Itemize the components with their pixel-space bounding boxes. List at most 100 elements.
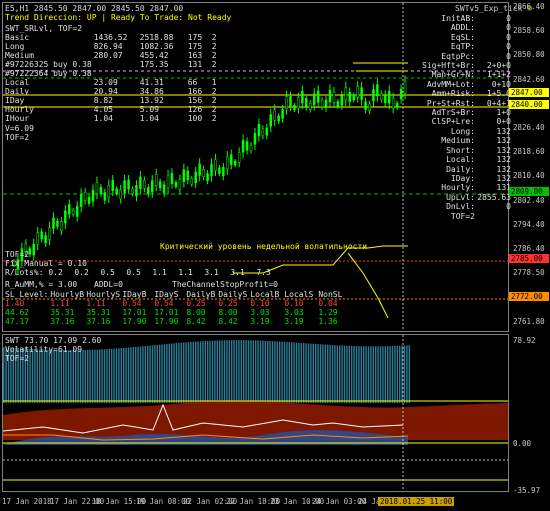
histogram-bar [72, 350, 74, 403]
descending-line [347, 252, 389, 319]
histogram-bar [259, 340, 262, 403]
left-panel-cell: 13.92 [139, 96, 164, 105]
left-panel-cell: 126 [187, 105, 203, 114]
candle-body [166, 175, 170, 189]
sl-cell: 17.01 [122, 308, 147, 317]
sl-table: SL_Level: HourlyB HourlyS IDayB IDayS DailyB D… [5, 290, 350, 326]
fix-manual: Fix_Manual = 0.10 [5, 259, 87, 268]
histogram-bar [219, 340, 221, 403]
right-panel-value: 132 [496, 164, 511, 174]
left-panel-cell: 20.94 [93, 87, 118, 96]
candle-body [312, 93, 316, 106]
right-panel-label: Man+Gr+N: [431, 70, 475, 80]
left-panel-cell: 23.09 [93, 78, 118, 87]
left-panel-cell: Basic [5, 33, 30, 42]
rlots-value: 0.5 [100, 268, 115, 277]
candle-body [364, 101, 367, 110]
left-panel-cell: IDay [5, 96, 25, 105]
histogram-bar [166, 343, 168, 403]
candle-body [135, 185, 138, 197]
sl-cell: 37.16 [86, 317, 111, 326]
histogram-bar [283, 341, 286, 403]
right-panel-label: EqtpPc: [441, 51, 475, 61]
left-panel-row: #97226325 buy 0.38 175.35 131 2 [5, 60, 224, 69]
histogram-bar [228, 340, 230, 403]
histogram-bar [329, 344, 331, 403]
histogram-bar [204, 340, 206, 403]
sl-row: 44.62 35.31 35.31 17.01 17.01 8.00 8.00 3.03 3.0… [5, 308, 350, 317]
histogram-bar [221, 340, 223, 403]
candle-body [395, 102, 399, 108]
candle-body [348, 91, 351, 102]
candle-body [103, 192, 107, 201]
candle-body [198, 163, 201, 176]
candle-body [83, 191, 87, 201]
histogram-bar [341, 345, 343, 403]
left-panel-cell: 1.04 [139, 114, 159, 123]
histogram-bar [379, 346, 382, 403]
histogram-bar [202, 341, 204, 403]
left-panel-cell: 1082.36 [139, 42, 174, 51]
histogram-bar [161, 344, 163, 403]
red-band [3, 400, 508, 440]
right-panel-value: 0+10 [491, 79, 511, 89]
left-panel-row: Medium 280.07 455.42 163 2 [5, 51, 224, 60]
sl-cell: 47.17 [5, 317, 30, 326]
histogram-bar [67, 350, 70, 403]
candle-body [305, 98, 308, 107]
right-panel-label: EqTP: [450, 42, 475, 52]
right-panel-value: 131 [496, 183, 511, 193]
price-level-marker: 2809.00 [509, 187, 549, 196]
indicator-pane[interactable]: SWT 73.70 17.09 2.60 Volatility=61.09 TO… [2, 334, 509, 492]
histogram-bar [363, 346, 365, 403]
sl-cell: DailyB [186, 290, 216, 299]
histogram-bar [135, 346, 137, 403]
histogram-bar [240, 340, 242, 403]
histogram-bar [250, 340, 252, 403]
histogram-bar [271, 341, 274, 403]
candle-body [115, 188, 118, 194]
histogram-bar [319, 344, 322, 403]
histogram-bar [300, 342, 302, 403]
histogram-bar [317, 344, 319, 403]
left-panel-cell: 2 [211, 114, 217, 123]
candle-body [123, 180, 126, 193]
histogram-bar [180, 342, 182, 403]
histogram-bar [355, 346, 358, 403]
right-panel-value: 0 [506, 202, 511, 212]
histogram-bar [34, 349, 36, 403]
histogram-bar [406, 345, 408, 403]
histogram-bar [394, 345, 396, 403]
candle-body [64, 210, 67, 224]
candle-body [293, 105, 296, 111]
histogram-bar [168, 343, 170, 403]
left-panel-cell: 4.05 [93, 105, 113, 114]
histogram-bar [130, 347, 132, 403]
left-panel-cell: 166 [187, 87, 203, 96]
histogram-bar [370, 346, 372, 403]
candle-body [261, 128, 265, 137]
histogram-bar [281, 341, 283, 403]
right-panel-label: Pr+St+Rst: [426, 98, 475, 108]
price-axis-label: 2826.40 [513, 123, 545, 132]
histogram-bar [36, 349, 38, 403]
histogram-bar [55, 349, 58, 403]
histogram-bar [171, 343, 173, 403]
histogram-bar [39, 349, 41, 403]
histogram-bar [288, 342, 290, 403]
histogram-bar [262, 340, 264, 403]
indicator-tof: TOF=2 [5, 354, 30, 363]
left-panel-row: IDay 8.82 13.92 156 2 [5, 96, 224, 105]
histogram-bar [31, 348, 34, 403]
right-panel-row: IDay: 132 [413, 174, 513, 183]
right-panel-row: Man+Gr+N: 1+1+2 [413, 70, 513, 79]
histogram-bar [331, 345, 334, 403]
right-panel-row: EqtpPc: 0 [413, 52, 513, 61]
histogram-bar [132, 347, 134, 403]
histogram-bar [384, 346, 386, 403]
sl-cell: 35.31 [50, 308, 75, 317]
candle-body [139, 176, 142, 189]
sl-cell: 3.03 [284, 308, 304, 317]
right-panel-row: AdTrS+Br: 1+0 [413, 108, 513, 117]
sl-cell: 0.10 [284, 299, 304, 308]
